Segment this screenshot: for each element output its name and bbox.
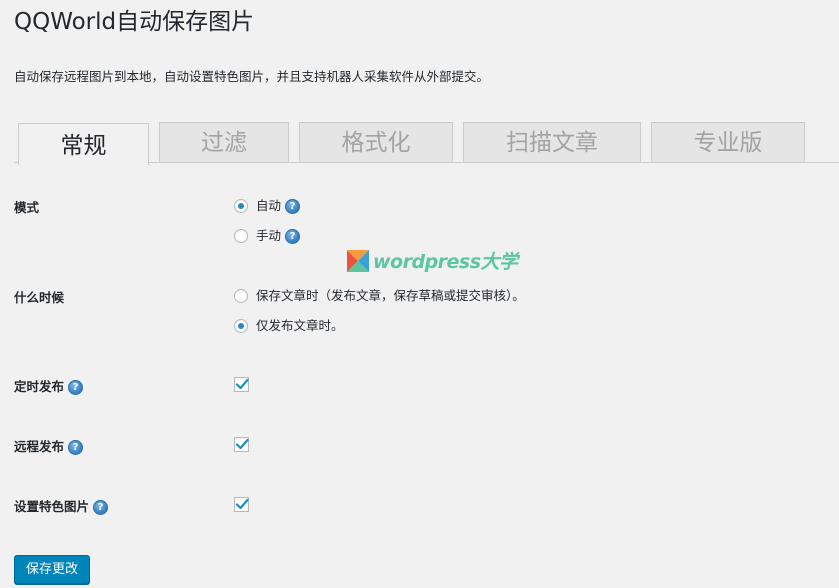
mode-manual-label: 手动	[256, 228, 282, 243]
mode-label: 模式	[14, 198, 39, 218]
mode-auto-radio[interactable]	[234, 199, 248, 213]
help-icon[interactable]: ?	[285, 228, 301, 244]
help-icon[interactable]: ?	[68, 379, 84, 395]
scheduled-publish-label: 定时发布 ?	[14, 377, 84, 397]
mode-option-manual[interactable]: 手动 ?	[234, 226, 301, 246]
mode-label-text: 模式	[14, 200, 40, 215]
when-option-publish[interactable]: 仅发布文章时。	[234, 316, 344, 336]
featured-image-label-text: 设置特色图片	[14, 499, 90, 514]
scheduled-publish-label-text: 定时发布	[14, 379, 65, 394]
checkmark-icon	[235, 498, 249, 510]
mode-option-auto[interactable]: 自动 ?	[234, 196, 301, 216]
watermark: wordpress大学	[347, 247, 518, 274]
mode-auto-label: 自动	[256, 198, 282, 213]
mode-manual-radio[interactable]	[234, 229, 248, 243]
checkmark-icon	[235, 438, 249, 450]
when-option-save[interactable]: 保存文章时（发布文章，保存草稿或提交审核）。	[234, 286, 525, 306]
tab-general[interactable]: 常规	[18, 123, 149, 165]
checkmark-icon	[235, 378, 249, 390]
scheduled-publish-checkbox[interactable]	[234, 377, 249, 392]
when-label: 什么时候	[14, 288, 64, 308]
when-label-text: 什么时候	[14, 290, 65, 305]
page-title: QQWorld自动保存图片	[14, 9, 255, 35]
featured-image-label: 设置特色图片 ?	[14, 497, 109, 517]
when-save-label: 保存文章时（发布文章，保存草稿或提交审核）。	[256, 288, 525, 303]
featured-image-checkbox[interactable]	[234, 497, 249, 512]
remote-publish-label: 远程发布 ?	[14, 437, 84, 457]
remote-publish-checkbox[interactable]	[234, 437, 249, 452]
tab-filter[interactable]: 过滤	[159, 122, 289, 162]
when-publish-label: 仅发布文章时。	[256, 318, 344, 333]
tab-scan-posts[interactable]: 扫描文章	[463, 122, 641, 162]
help-icon[interactable]: ?	[68, 439, 84, 455]
wordpress-daxue-logo-icon	[347, 249, 369, 272]
when-publish-radio[interactable]	[234, 319, 248, 333]
watermark-text: wordpress大学	[373, 251, 518, 273]
help-icon[interactable]: ?	[285, 198, 301, 214]
when-save-radio[interactable]	[234, 289, 248, 303]
page-description: 自动保存远程图片到本地，自动设置特色图片，并且支持机器人采集软件从外部提交。	[14, 69, 490, 84]
help-icon[interactable]: ?	[93, 499, 109, 515]
remote-publish-label-text: 远程发布	[14, 439, 65, 454]
save-button[interactable]: 保存更改	[14, 555, 91, 584]
tab-format[interactable]: 格式化	[299, 122, 453, 162]
tab-pro[interactable]: 专业版	[651, 122, 805, 162]
settings-tabs: 常规 过滤 格式化 扫描文章 专业版	[0, 122, 839, 165]
